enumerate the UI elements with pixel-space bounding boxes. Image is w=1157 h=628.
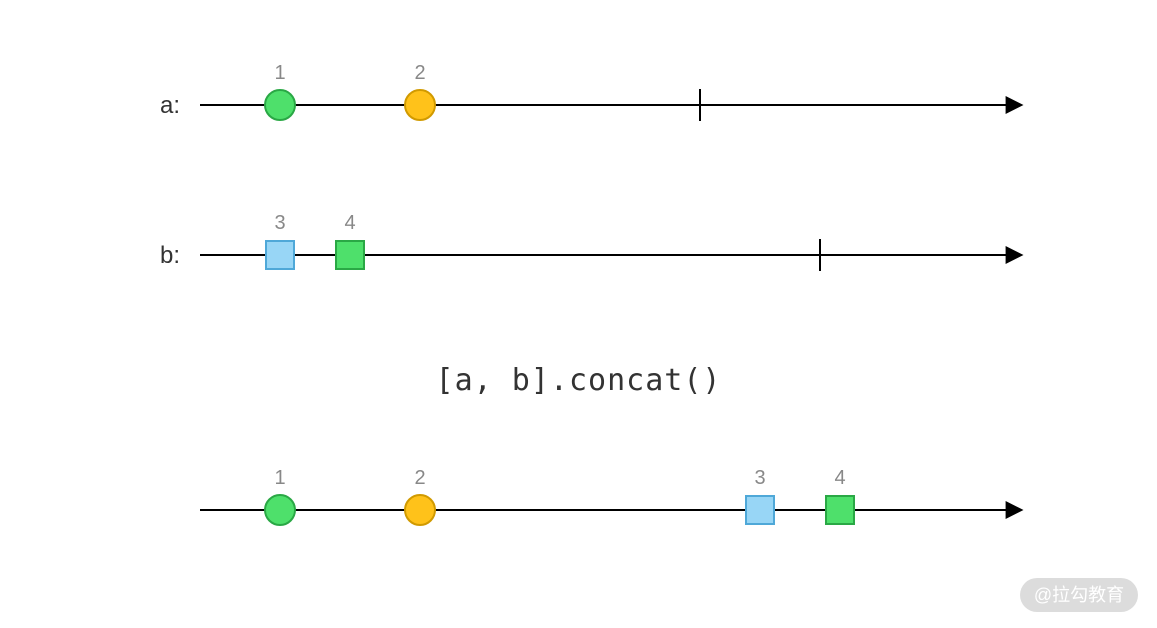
marble-r4	[826, 496, 854, 524]
marble-b3	[266, 241, 294, 269]
stream-a: a: 12	[160, 62, 1020, 121]
watermark: @拉勾教育	[1020, 578, 1138, 612]
marble-a1	[265, 90, 295, 120]
marble-diagram: a: 12 b: 34 [a, b].concat() 1234 @拉勾教育	[0, 0, 1157, 628]
marble-label-r1: 1	[274, 467, 285, 489]
marble-label-r4: 4	[834, 467, 845, 489]
operator-code: [a, b].concat()	[436, 363, 722, 398]
marble-label-b4: 4	[344, 212, 355, 234]
marble-label-a1: 1	[274, 62, 285, 84]
stream-b-label: b:	[160, 242, 180, 269]
marble-r1	[265, 495, 295, 525]
marble-label-a2: 2	[414, 62, 425, 84]
marble-label-b3: 3	[274, 212, 285, 234]
marble-a2	[405, 90, 435, 120]
stream-result-marbles: 1 2 3 4	[265, 467, 854, 525]
marble-label-r2: 2	[414, 467, 425, 489]
stream-result: 1 2 3 4	[200, 467, 1020, 525]
stream-a-marbles: 12	[265, 62, 435, 120]
stream-a-label: a:	[160, 92, 180, 119]
stream-b: b: 34	[160, 212, 1020, 271]
marble-r3	[746, 496, 774, 524]
watermark-text: @拉勾教育	[1034, 585, 1124, 605]
marble-r2	[405, 495, 435, 525]
marble-label-r3: 3	[754, 467, 765, 489]
stream-b-marbles: 34	[266, 212, 364, 269]
marble-b4	[336, 241, 364, 269]
